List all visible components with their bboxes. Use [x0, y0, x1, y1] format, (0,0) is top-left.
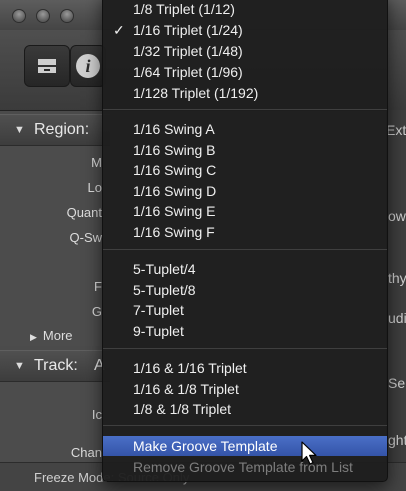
library-button[interactable] [24, 45, 70, 87]
menu-item[interactable]: 1/16 Swing A [103, 119, 387, 139]
menu-item[interactable]: 1/16 Swing C [103, 160, 387, 180]
menu-item[interactable]: 1/16 Swing F [103, 222, 387, 242]
menu-item[interactable]: 1/8 Triplet (1/12) [103, 0, 387, 19]
menu-separator [103, 109, 387, 110]
menu-item[interactable]: 5-Tuplet/8 [103, 280, 387, 300]
menu-item[interactable]: 1/16 Swing D [103, 181, 387, 201]
right-fragment: Sele [388, 375, 406, 391]
q-swing-label: Q-Sw [69, 230, 103, 245]
zoom-window-button[interactable] [60, 9, 74, 23]
menu-item[interactable]: 9-Tuplet [103, 321, 387, 341]
menu-item[interactable]: 5-Tuplet/4 [103, 259, 387, 279]
region-param-label: F [94, 279, 102, 294]
checkmark-icon: ✓ [113, 22, 125, 38]
track-parameters: Ic Chan [0, 382, 110, 462]
remove-groove-template-item: Remove Groove Template from List [133, 459, 353, 475]
disclosure-triangle-icon: ▼ [14, 360, 25, 372]
menu-item[interactable]: 1/128 Triplet (1/192) [103, 83, 387, 103]
menu-item[interactable]: 1/16 Swing E [103, 201, 387, 221]
menu-item-checked[interactable]: ✓ 1/16 Triplet (1/24) [103, 20, 387, 40]
mouse-pointer-icon [301, 441, 317, 465]
inspector-button[interactable]: i [70, 45, 106, 87]
quantize-label: Quant [66, 205, 102, 220]
library-icon [25, 46, 69, 86]
right-fragment: ow [388, 208, 406, 224]
minimize-window-button[interactable] [36, 9, 50, 23]
disclosure-right-icon: ▶ [30, 332, 37, 342]
menu-item[interactable]: 7-Tuplet [103, 300, 387, 320]
menu-item[interactable]: 1/16 Swing B [103, 140, 387, 160]
region-parameters: M Lo Quant Q-Sw F G ▶ More [0, 146, 110, 346]
make-groove-template-item[interactable]: Make Groove Template [103, 436, 387, 456]
menu-item[interactable]: 1/16 & 1/8 Triplet [103, 379, 387, 399]
more-label: More [42, 328, 73, 343]
more-disclosure[interactable]: ▶ More [30, 328, 73, 343]
menu-item[interactable]: 1/64 Triplet (1/96) [103, 62, 387, 82]
quantize-popup-menu: 1/8 Triplet (1/12) ✓ 1/16 Triplet (1/24) … [102, 0, 388, 482]
menu-separator [103, 348, 387, 349]
region-param-label: M [91, 155, 102, 170]
region-section-header[interactable]: ▼ Region: [0, 114, 110, 146]
close-window-button[interactable] [12, 9, 26, 23]
disclosure-triangle-icon: ▼ [14, 124, 25, 136]
right-fragment: thy [388, 270, 406, 286]
region-param-label: G [91, 304, 102, 319]
region-header-label: Region: [34, 121, 90, 138]
menu-item[interactable]: 1/32 Triplet (1/48) [103, 41, 387, 61]
track-section-header[interactable]: ▼ Track: A [0, 350, 110, 382]
right-fragment: ght [388, 432, 406, 448]
menu-separator [103, 425, 387, 426]
menu-item[interactable]: 1/8 & 1/8 Triplet [103, 399, 387, 419]
icon-label: Ic [91, 407, 102, 422]
info-icon: i [76, 54, 100, 78]
menu-item[interactable]: 1/16 & 1/16 Triplet [103, 358, 387, 378]
right-fragment: udi [388, 310, 406, 326]
menu-separator [103, 249, 387, 250]
channel-label: Chan [70, 445, 102, 460]
region-param-label: Lo [87, 180, 102, 195]
right-fragment: Ext [386, 122, 406, 138]
track-header-label: Track: [34, 357, 78, 374]
